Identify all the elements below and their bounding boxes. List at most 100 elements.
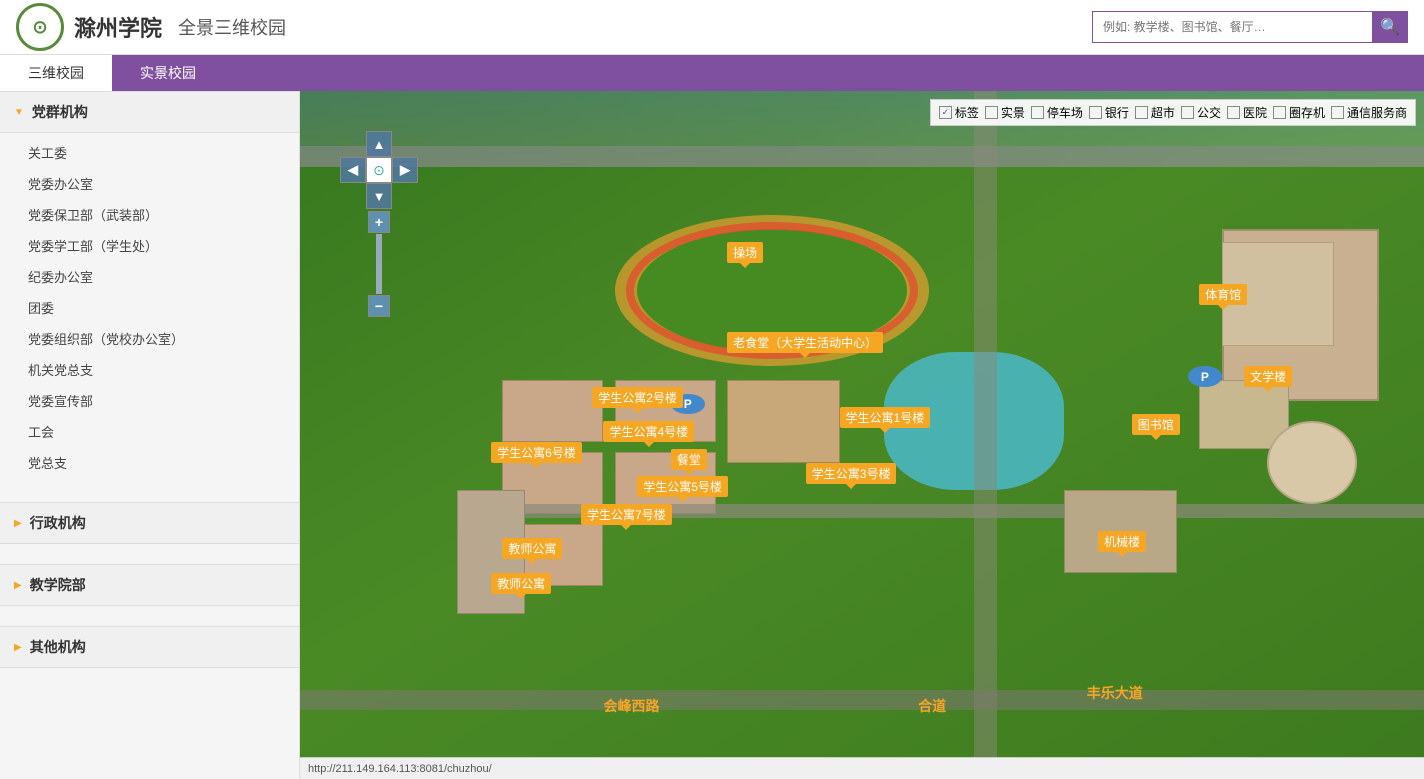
filter-supermarket[interactable]: 超市	[1135, 104, 1175, 121]
list-item[interactable]: 关工委	[0, 137, 299, 168]
map-label-teacher-apt1[interactable]: 教师公寓	[502, 538, 562, 559]
filter-telecom[interactable]: 通信服务商	[1331, 104, 1407, 121]
filter-bank[interactable]: 银行	[1089, 104, 1129, 121]
section-other-header[interactable]: ▶ 其他机构	[0, 626, 299, 668]
zoom-in-button[interactable]: +	[368, 211, 390, 233]
section-admin-title: 行政机构	[30, 513, 86, 533]
list-item[interactable]: 党委保卫部（武装部）	[0, 199, 299, 230]
main-layout: ▼ 党群机构 关工委 党委办公室 党委保卫部（武装部） 党委学工部（学生处） 纪…	[0, 91, 1424, 779]
nav-center[interactable]: ⊙	[366, 157, 392, 183]
filter-deposit-text: 圈存机	[1289, 104, 1325, 121]
map-navigation-controls: ▲ ◀ ⊙ ▶ ▼ + −	[340, 131, 418, 317]
filter-label-text: 标签	[955, 104, 979, 121]
sidebar: ▼ 党群机构 关工委 党委办公室 党委保卫部（武装部） 党委学工部（学生处） 纪…	[0, 91, 300, 779]
filter-label[interactable]: ✓ 标签	[939, 104, 979, 121]
search-area: 🔍	[1092, 11, 1408, 43]
search-icon: 🔍	[1380, 17, 1400, 37]
list-item[interactable]: 党委办公室	[0, 168, 299, 199]
list-item[interactable]: 工会	[0, 416, 299, 447]
status-url: http://211.149.164.113:8081/chuzhou/	[308, 763, 492, 775]
filter-parking-checkbox[interactable]	[1031, 106, 1044, 119]
list-item[interactable]: 机关党总支	[0, 354, 299, 385]
list-item[interactable]: 党总支	[0, 447, 299, 478]
filter-bus-checkbox[interactable]	[1181, 106, 1194, 119]
filter-label-checkbox[interactable]: ✓	[939, 106, 952, 119]
filter-real[interactable]: 实景	[985, 104, 1025, 121]
site-title: 滁州学院	[74, 11, 162, 43]
road-label-he: 合道	[918, 696, 946, 716]
filter-bar: ✓ 标签 实景 停车场 银行 超市 公交	[930, 99, 1416, 126]
zoom-track	[376, 234, 382, 294]
filter-deposit-checkbox[interactable]	[1273, 106, 1286, 119]
filter-deposit[interactable]: 圈存机	[1273, 104, 1325, 121]
nav-right-button[interactable]: ▶	[392, 157, 418, 183]
road-label-fengle: 丰乐大道	[1087, 683, 1143, 703]
tab-3d-label: 三维校园	[28, 63, 84, 83]
road-label-huifeng: 会峰西路	[603, 696, 659, 716]
map-label-stadium[interactable]: 操场	[727, 242, 763, 263]
filter-supermarket-checkbox[interactable]	[1135, 106, 1148, 119]
filter-telecom-text: 通信服务商	[1347, 104, 1407, 121]
map-label-gym[interactable]: 体育馆	[1199, 284, 1247, 305]
filter-supermarket-text: 超市	[1151, 104, 1175, 121]
filter-hospital[interactable]: 医院	[1227, 104, 1267, 121]
filter-hospital-checkbox[interactable]	[1227, 106, 1240, 119]
nav-down-button[interactable]: ▼	[366, 183, 392, 209]
filter-parking-text: 停车场	[1047, 104, 1083, 121]
map-label-wenxuelou[interactable]: 文学楼	[1244, 366, 1292, 387]
map-label-dorm4[interactable]: 学生公寓4号楼	[603, 421, 694, 442]
list-item[interactable]: 纪委办公室	[0, 261, 299, 292]
map-label-canteen[interactable]: 餐堂	[671, 449, 707, 470]
arrow-right-icon: ▶	[14, 642, 22, 653]
filter-real-checkbox[interactable]	[985, 106, 998, 119]
site-subtitle: 全景三维校园	[178, 14, 286, 40]
filter-telecom-checkbox[interactable]	[1331, 106, 1344, 119]
section-party-header[interactable]: ▼ 党群机构	[0, 91, 299, 133]
map-background: P P	[300, 91, 1424, 779]
map-label-dorm5[interactable]: 学生公寓5号楼	[637, 476, 728, 497]
filter-real-text: 实景	[1001, 104, 1025, 121]
arrow-down-icon: ▼	[14, 107, 24, 118]
map-label-library[interactable]: 图书馆	[1132, 414, 1180, 435]
filter-bus[interactable]: 公交	[1181, 104, 1221, 121]
nav-left-button[interactable]: ◀	[340, 157, 366, 183]
list-item[interactable]: 团委	[0, 292, 299, 323]
search-button[interactable]: 🔍	[1372, 11, 1408, 43]
map-area[interactable]: P P ▲ ◀ ⊙ ▶ ▼ +	[300, 91, 1424, 779]
section-party-items: 关工委 党委办公室 党委保卫部（武装部） 党委学工部（学生处） 纪委办公室 团委…	[0, 133, 299, 482]
map-label-dorm7[interactable]: 学生公寓7号楼	[581, 504, 672, 525]
arrow-right-icon: ▶	[14, 518, 22, 529]
nav-up-button[interactable]: ▲	[366, 131, 392, 157]
filter-hospital-text: 医院	[1243, 104, 1267, 121]
search-input[interactable]	[1092, 11, 1372, 43]
section-party-title: 党群机构	[32, 102, 88, 122]
map-label-dorm6[interactable]: 学生公寓6号楼	[491, 442, 582, 463]
zoom-out-button[interactable]: −	[368, 295, 390, 317]
section-education-title: 教学院部	[30, 575, 86, 595]
map-label-teacher-apt2[interactable]: 教师公寓	[491, 573, 551, 594]
navbar: 三维校园 实景校园	[0, 55, 1424, 91]
logo: ⊙	[16, 3, 64, 51]
arrow-right-icon: ▶	[14, 580, 22, 591]
filter-parking[interactable]: 停车场	[1031, 104, 1083, 121]
filter-bank-checkbox[interactable]	[1089, 106, 1102, 119]
filter-bus-text: 公交	[1197, 104, 1221, 121]
tab-real-campus[interactable]: 实景校园	[112, 55, 224, 91]
section-education-header[interactable]: ▶ 教学院部	[0, 564, 299, 606]
map-label-dorm2[interactable]: 学生公寓2号楼	[592, 387, 683, 408]
list-item[interactable]: 党委宣传部	[0, 385, 299, 416]
tab-3d-campus[interactable]: 三维校园	[0, 55, 112, 91]
map-label-dorm1[interactable]: 学生公寓1号楼	[840, 407, 931, 428]
tab-real-label: 实景校园	[140, 63, 196, 83]
logo-icon: ⊙	[32, 17, 47, 38]
map-label-mechanical[interactable]: 机械楼	[1098, 531, 1146, 552]
map-label-dorm3[interactable]: 学生公寓3号楼	[806, 463, 897, 484]
header: ⊙ 滁州学院 全景三维校园 🔍	[0, 0, 1424, 55]
filter-bank-text: 银行	[1105, 104, 1129, 121]
list-item[interactable]: 党委学工部（学生处）	[0, 230, 299, 261]
status-bar: http://211.149.164.113:8081/chuzhou/	[300, 757, 1424, 779]
section-other-title: 其他机构	[30, 637, 86, 657]
map-label-canteen-old[interactable]: 老食堂（大学生活动中心）	[727, 332, 883, 353]
section-admin-header[interactable]: ▶ 行政机构	[0, 502, 299, 544]
list-item[interactable]: 党委组织部（党校办公室）	[0, 323, 299, 354]
